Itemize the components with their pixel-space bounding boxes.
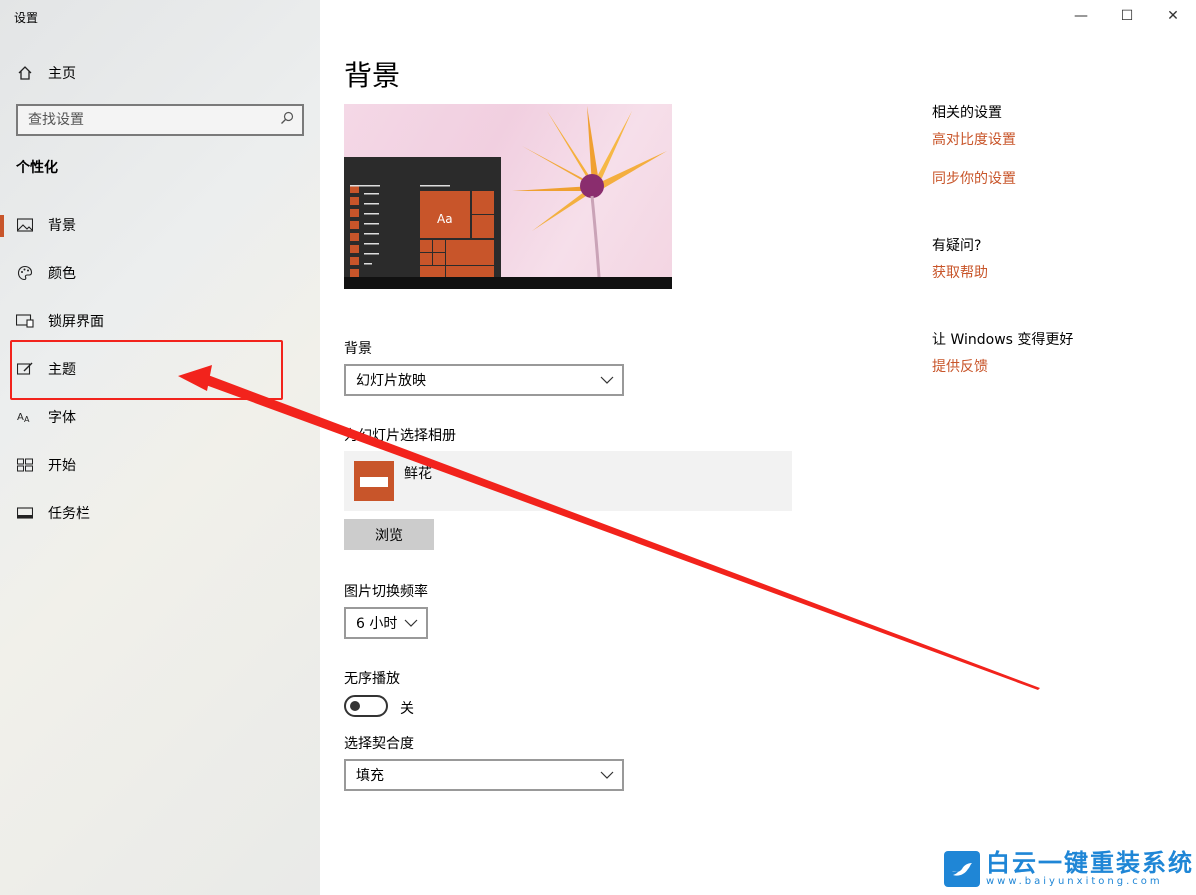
maximize-icon: ☐ <box>1120 8 1134 24</box>
background-preview: Aa <box>344 104 672 289</box>
watermark-logo: 白云一键重装系统 www.baiyunxitong.com <box>944 850 1194 887</box>
fit-label: 选择契合度 <box>344 736 414 752</box>
shuffle-label: 无序播放 <box>344 671 400 687</box>
minimize-icon: — <box>1074 8 1088 24</box>
sidebar-item-label: 锁屏界面 <box>48 314 104 330</box>
window-controls: — ☐ ✕ <box>1058 0 1196 32</box>
home-icon <box>16 64 34 82</box>
preview-taskbar <box>344 277 672 289</box>
chevron-down-icon <box>600 767 614 783</box>
page-title: 背景 <box>344 59 401 92</box>
fit-dropdown[interactable]: 填充 <box>344 759 624 791</box>
maximize-button[interactable]: ☐ <box>1104 0 1150 32</box>
related-settings-heading: 相关的设置 <box>932 105 1002 121</box>
watermark-main: 白云一键重装系统 <box>986 849 1194 877</box>
minimize-button[interactable]: — <box>1058 0 1104 32</box>
interval-label: 图片切换频率 <box>344 584 428 600</box>
high-contrast-link[interactable]: 高对比度设置 <box>932 129 1016 149</box>
interval-dropdown[interactable]: 6 小时 <box>344 607 428 639</box>
sidebar-item-label: 颜色 <box>48 266 76 282</box>
sidebar-item-start[interactable]: 开始 <box>0 445 320 485</box>
lockscreen-icon <box>16 312 34 330</box>
main-panel: — ☐ ✕ 背景 Aa 背景 幻灯片放映 为幻灯片选择相册 鲜花 浏览 图片切换… <box>320 0 1196 895</box>
sidebar-item-label: 背景 <box>48 218 76 234</box>
album-item[interactable]: 鲜花 <box>344 451 792 511</box>
close-button[interactable]: ✕ <box>1150 0 1196 32</box>
watermark-url: www.baiyunxitong.com <box>986 876 1163 887</box>
bird-logo-icon <box>944 850 980 887</box>
close-icon: ✕ <box>1167 8 1179 24</box>
album-name: 鲜花 <box>404 466 432 482</box>
fit-dropdown-value: 填充 <box>356 768 384 784</box>
sync-settings-link[interactable]: 同步你的设置 <box>932 168 1016 188</box>
feedback-link[interactable]: 提供反馈 <box>932 356 988 376</box>
window-title: 设置 <box>14 11 39 25</box>
svg-text:A: A <box>24 415 30 424</box>
background-label: 背景 <box>344 341 372 357</box>
preview-tile-text: Aa <box>437 212 453 226</box>
watermark-text: 白云一键重装系统 www.baiyunxitong.com <box>986 850 1194 887</box>
chevron-down-icon <box>600 372 614 388</box>
sidebar-item-background[interactable]: 背景 <box>0 205 320 245</box>
sidebar-item-label: 任务栏 <box>48 506 90 522</box>
home-label: 主页 <box>48 66 76 82</box>
shuffle-state: 关 <box>400 701 414 717</box>
background-dropdown-value: 幻灯片放映 <box>356 373 426 389</box>
annotation-highlight-box <box>10 340 283 400</box>
section-heading: 个性化 <box>16 160 58 176</box>
get-help-link[interactable]: 获取帮助 <box>932 262 988 282</box>
font-icon: AA <box>16 408 34 426</box>
svg-text:A: A <box>17 412 24 423</box>
picture-icon <box>16 216 34 234</box>
interval-dropdown-value: 6 小时 <box>356 616 398 632</box>
sidebar: 设置 主页 个性化 背景 颜色 锁屏界面 主题 <box>0 0 320 895</box>
search-box[interactable] <box>16 104 304 136</box>
shuffle-toggle[interactable] <box>344 695 388 717</box>
chevron-down-icon <box>404 615 418 631</box>
folder-icon <box>354 461 394 501</box>
sidebar-item-lockscreen[interactable]: 锁屏界面 <box>0 301 320 341</box>
browse-button[interactable]: 浏览 <box>344 519 434 550</box>
preview-start-menu: Aa <box>344 157 501 277</box>
start-tiles-icon <box>16 456 34 474</box>
sidebar-item-label: 字体 <box>48 410 76 426</box>
album-label: 为幻灯片选择相册 <box>344 428 456 444</box>
sidebar-item-home[interactable]: 主页 <box>0 56 320 90</box>
sidebar-item-taskbar[interactable]: 任务栏 <box>0 493 320 533</box>
sidebar-item-fonts[interactable]: AA 字体 <box>0 397 320 437</box>
sidebar-item-colors[interactable]: 颜色 <box>0 253 320 293</box>
search-icon[interactable] <box>280 111 294 129</box>
questions-heading: 有疑问? <box>932 238 982 254</box>
taskbar-icon <box>16 504 34 522</box>
palette-icon <box>16 264 34 282</box>
improve-windows-heading: 让 Windows 变得更好 <box>932 332 1074 348</box>
sidebar-item-label: 开始 <box>48 458 76 474</box>
search-input[interactable] <box>28 112 268 128</box>
background-dropdown[interactable]: 幻灯片放映 <box>344 364 624 396</box>
